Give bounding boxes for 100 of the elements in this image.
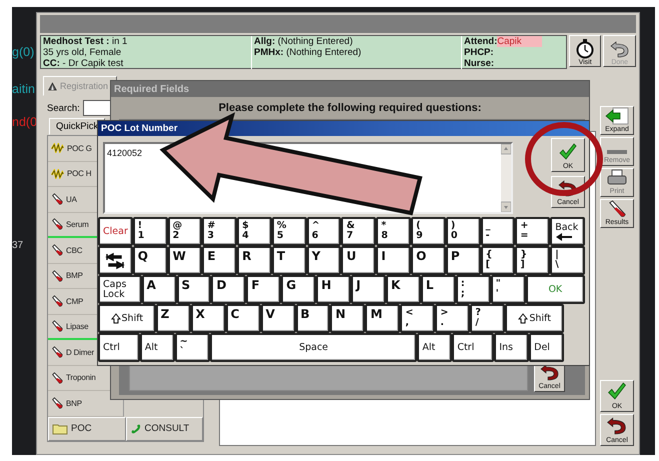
test-tube-icon <box>51 397 63 410</box>
shift-key[interactable]: Shift <box>98 304 156 333</box>
keyboard-key[interactable]: + = <box>515 217 550 246</box>
keyboard-key[interactable]: M <box>365 304 400 333</box>
keyboard-key[interactable]: ~ ` <box>174 333 210 362</box>
ok-key[interactable]: OK <box>526 275 585 304</box>
keyboard-key[interactable]: Ctrl <box>452 333 494 362</box>
background-text: nd(0 <box>12 115 38 129</box>
shift-key[interactable]: Shift <box>505 304 564 333</box>
keyboard-key[interactable]: " ' <box>490 275 526 304</box>
keyboard-key[interactable]: X <box>190 304 226 333</box>
keyboard-key[interactable]: H <box>316 275 352 304</box>
keyboard-key[interactable]: S <box>176 275 212 304</box>
keyboard-key[interactable]: Ctrl <box>98 333 140 362</box>
care-label: Nurse: <box>464 58 496 69</box>
history-text: Allg: (Nothing Entered) <box>254 36 354 47</box>
attend-label: Attend: <box>464 36 498 47</box>
clear-key[interactable]: Clear <box>98 217 133 246</box>
keyboard-key[interactable]: : ; <box>456 275 491 304</box>
keyboard-key[interactable]: * 8 <box>376 217 412 246</box>
keyboard-key[interactable]: | \ <box>550 246 585 275</box>
test-tube-icon <box>51 320 63 332</box>
keyboard-key[interactable]: & 7 <box>341 217 376 246</box>
background-text: 37 <box>12 240 24 251</box>
keyboard-key[interactable]: A <box>142 275 177 304</box>
keyboard-key[interactable]: $ 4 <box>237 217 272 246</box>
keyboard-key[interactable]: W <box>168 246 202 275</box>
test-tube-icon <box>51 218 63 230</box>
test-tube-icon <box>51 295 63 308</box>
keyboard-key[interactable]: { [ <box>480 246 516 275</box>
phone-icon <box>130 422 142 434</box>
keyboard-key[interactable]: V <box>260 304 296 333</box>
keyboard-key[interactable]: < , <box>400 304 436 333</box>
keyboard-key[interactable]: Q <box>132 246 168 275</box>
test-tube-icon <box>51 372 63 384</box>
keyboard-key[interactable]: Del <box>529 333 564 362</box>
search-label: Search: <box>47 102 80 114</box>
keyboard-key[interactable]: D <box>211 275 246 304</box>
test-tube-icon <box>51 270 63 282</box>
tent-icon <box>48 80 57 92</box>
keyboard-key[interactable]: ( 9 <box>411 217 446 246</box>
dialog-title: Required Fields <box>111 81 589 97</box>
keyboard-key[interactable]: U <box>341 246 376 275</box>
dialog-title: POC Lot Number <box>98 121 589 136</box>
keyboard-key[interactable]: > . <box>435 304 470 333</box>
tab-arrows-icon <box>105 252 126 270</box>
backspace-key[interactable]: Back <box>550 217 585 246</box>
keyboard-key[interactable]: E <box>202 246 238 275</box>
keyboard-key[interactable]: K <box>386 275 421 304</box>
keyboard-key[interactable]: ! 1 <box>132 217 168 246</box>
keyboard-key[interactable]: F <box>246 275 282 304</box>
attend-value: Capik <box>497 36 542 47</box>
up-arrow-icon <box>518 313 528 324</box>
keyboard-key[interactable]: O <box>411 246 446 275</box>
keyboard-key[interactable]: Z <box>156 304 191 333</box>
keyboard-key[interactable]: ? / <box>470 304 506 333</box>
test-tube-icon <box>51 346 63 358</box>
keyboard-key[interactable]: J <box>351 275 386 304</box>
keyboard-key[interactable]: N <box>330 304 366 333</box>
keyboard-key[interactable]: Ins <box>494 333 530 362</box>
keyboard-key[interactable]: T <box>272 246 307 275</box>
keyboard-key[interactable]: Alt <box>417 333 452 362</box>
up-arrow-icon <box>110 313 121 324</box>
keyboard-key[interactable]: I <box>376 246 412 275</box>
keyboard-key[interactable]: } ] <box>515 246 550 275</box>
background-text: aitin <box>12 82 35 96</box>
keyboard-key[interactable]: Y <box>306 246 342 275</box>
keyboard-key[interactable]: ) 0 <box>446 217 481 246</box>
keyboard-key[interactable]: C <box>226 304 261 333</box>
tab-key[interactable] <box>98 246 133 275</box>
keyboard-key[interactable]: # 3 <box>202 217 238 246</box>
keyboard-key[interactable]: Caps Lock <box>98 275 142 304</box>
keyboard-key[interactable]: R <box>237 246 272 275</box>
keyboard-key[interactable]: P <box>446 246 481 275</box>
patient-info-text: CC: - Dr Capik test <box>43 58 124 69</box>
keyboard-key[interactable]: Alt <box>140 333 175 362</box>
undo-arrow-icon <box>610 39 630 59</box>
space-key[interactable]: Space <box>210 333 418 362</box>
check-icon <box>606 381 628 402</box>
scrollbar <box>501 144 511 212</box>
keyboard-key[interactable]: _ - <box>480 217 516 246</box>
dialog-heading: Please complete the following required questions: <box>218 102 482 114</box>
keyboard-key[interactable]: B <box>296 304 330 333</box>
quickpick-item[interactable]: POC <box>48 416 126 440</box>
undo-arrow-icon <box>558 178 578 198</box>
patient-info-text: 35 yrs old, Female <box>43 47 122 58</box>
printer-icon <box>607 169 627 187</box>
test-tube-icon <box>51 244 63 256</box>
folder-icon <box>52 422 68 434</box>
keyboard-key[interactable]: ^ 6 <box>306 217 342 246</box>
keyboard-key[interactable]: L <box>420 275 456 304</box>
keyboard-key[interactable]: @ 2 <box>168 217 202 246</box>
care-label: PHCP: <box>464 47 495 58</box>
expand-arrow-icon <box>605 107 629 125</box>
undo-arrow-icon <box>606 415 628 436</box>
quickpick-item[interactable]: CONSULT <box>126 416 203 440</box>
background-text: g(0) <box>12 45 34 59</box>
keyboard-key[interactable]: % 5 <box>272 217 307 246</box>
minus-icon <box>606 148 628 156</box>
keyboard-key[interactable]: G <box>281 275 316 304</box>
